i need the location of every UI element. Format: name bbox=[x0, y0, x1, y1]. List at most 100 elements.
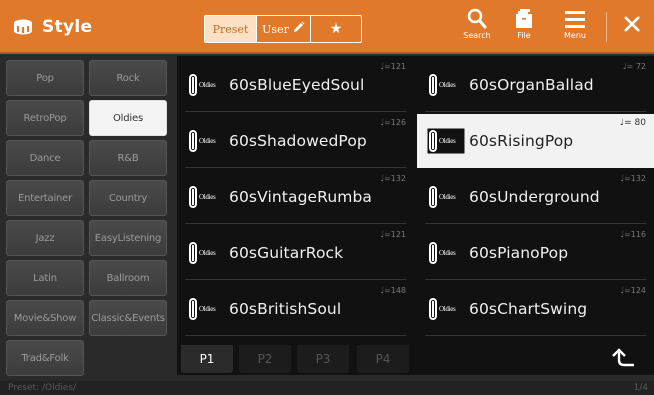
page-tab-1[interactable]: P1 bbox=[181, 345, 233, 373]
menu-button[interactable]: Menu bbox=[558, 8, 592, 48]
category-pop[interactable]: Pop bbox=[6, 60, 84, 96]
title-group: Style bbox=[12, 0, 92, 54]
style-tempo: ♩=132 bbox=[620, 174, 646, 183]
category-entertainer[interactable]: Entertainer bbox=[6, 180, 84, 216]
style-item[interactable]: Oldies 60sBlueEyedSoul ♩=121 bbox=[177, 58, 414, 112]
row-divider bbox=[185, 167, 406, 168]
style-icon-label: Oldies bbox=[199, 81, 216, 89]
style-icon-label: Oldies bbox=[199, 137, 216, 145]
oldies-style-icon: Oldies bbox=[427, 184, 465, 210]
style-name: 60sBritishSoul bbox=[229, 300, 342, 318]
style-icon-label: Oldies bbox=[439, 249, 456, 257]
style-item[interactable]: Oldies 60sShadowedPop ♩=126 bbox=[177, 114, 414, 168]
style-item[interactable]: Oldies 60sOrganBallad ♩= 72 bbox=[417, 58, 654, 112]
style-icon-label: Oldies bbox=[199, 193, 216, 201]
oldies-style-icon: Oldies bbox=[427, 296, 465, 322]
style-name: 60sChartSwing bbox=[469, 300, 588, 318]
category-oldies[interactable]: Oldies bbox=[89, 100, 167, 136]
style-name: 60sShadowedPop bbox=[229, 132, 367, 150]
row-divider bbox=[185, 279, 406, 280]
style-item[interactable]: Oldies 60sVintageRumba ♩=132 bbox=[177, 170, 414, 224]
row-divider bbox=[185, 111, 406, 112]
up-arrow-icon bbox=[612, 348, 634, 367]
oldies-style-icon: Oldies bbox=[427, 240, 465, 266]
style-name: 60sRisingPop bbox=[469, 132, 574, 150]
file-label: File bbox=[517, 31, 531, 40]
category-easylistening[interactable]: EasyListening bbox=[89, 220, 167, 256]
search-button[interactable]: Search bbox=[458, 8, 496, 48]
oldies-style-icon: Oldies bbox=[187, 296, 225, 322]
style-name: 60sBlueEyedSoul bbox=[229, 76, 365, 94]
file-button[interactable]: File bbox=[509, 8, 539, 48]
row-divider bbox=[425, 223, 646, 224]
category-tradfolk[interactable]: Trad&Folk bbox=[6, 340, 84, 376]
category-rock[interactable]: Rock bbox=[89, 60, 167, 96]
search-label: Search bbox=[463, 31, 491, 40]
page-title: Style bbox=[42, 17, 93, 37]
style-name: 60sVintageRumba bbox=[229, 188, 372, 206]
page-tabs: P1 P2 P3 P4 bbox=[177, 341, 654, 375]
category-country[interactable]: Country bbox=[89, 180, 167, 216]
style-item[interactable]: Oldies 60sRisingPop ♩= 80 bbox=[417, 114, 654, 168]
category-latin[interactable]: Latin bbox=[6, 260, 84, 296]
style-icon-label: Oldies bbox=[439, 305, 456, 313]
status-path: Preset: /Oldies/ bbox=[8, 383, 77, 393]
tab-preset[interactable]: Preset bbox=[205, 16, 257, 42]
style-icon-label: Oldies bbox=[439, 137, 456, 145]
style-name: 60sPianoPop bbox=[469, 244, 569, 262]
close-icon bbox=[622, 14, 642, 34]
bank-tabs: Preset User ★ bbox=[204, 15, 362, 43]
page-tab-2[interactable]: P2 bbox=[239, 345, 291, 373]
page-tab-4[interactable]: P4 bbox=[357, 345, 409, 373]
tab-favorite[interactable]: ★ bbox=[311, 16, 361, 42]
style-tempo: ♩=148 bbox=[380, 286, 406, 295]
oldies-style-icon: Oldies bbox=[187, 72, 225, 98]
oldies-style-icon: Oldies bbox=[187, 128, 225, 154]
style-item[interactable]: Oldies 60sChartSwing ♩=124 bbox=[417, 282, 654, 336]
style-item[interactable]: Oldies 60sPianoPop ♩=116 bbox=[417, 226, 654, 280]
category-jazz[interactable]: Jazz bbox=[6, 220, 84, 256]
style-icon-label: Oldies bbox=[439, 193, 456, 201]
search-icon bbox=[467, 8, 487, 30]
row-divider bbox=[185, 335, 406, 336]
pencil-icon bbox=[292, 21, 305, 37]
style-list: Oldies 60sBlueEyedSoul ♩=121 Oldies 60sOrgan… bbox=[177, 56, 654, 341]
style-icon-label: Oldies bbox=[199, 249, 216, 257]
tab-user[interactable]: User bbox=[257, 16, 311, 42]
style-tempo: ♩=121 bbox=[380, 230, 406, 239]
row-divider bbox=[425, 279, 646, 280]
row-divider bbox=[425, 111, 646, 112]
style-item[interactable]: Oldies 60sUnderground ♩=132 bbox=[417, 170, 654, 224]
style-tempo: ♩=132 bbox=[380, 174, 406, 183]
style-tempo: ♩=121 bbox=[380, 62, 406, 71]
page-tab-3[interactable]: P3 bbox=[297, 345, 349, 373]
category-retropop[interactable]: RetroPop bbox=[6, 100, 84, 136]
menu-icon bbox=[564, 8, 586, 30]
style-item[interactable]: Oldies 60sGuitarRock ♩=121 bbox=[177, 226, 414, 280]
menu-label: Menu bbox=[564, 31, 586, 40]
style-name: 60sUnderground bbox=[469, 188, 600, 206]
style-tempo: ♩= 72 bbox=[622, 62, 646, 71]
style-tempo: ♩=116 bbox=[620, 230, 646, 239]
category-dance[interactable]: Dance bbox=[6, 140, 84, 176]
page-indicator: 1/4 bbox=[633, 383, 648, 393]
style-icon-label: Oldies bbox=[199, 305, 216, 313]
category-ballroom[interactable]: Ballroom bbox=[89, 260, 167, 296]
style-tempo: ♩= 80 bbox=[619, 118, 646, 128]
title-bar: Style Preset User ★ Search File Menu bbox=[0, 0, 654, 54]
category-rnb[interactable]: R&B bbox=[89, 140, 167, 176]
up-folder-button[interactable] bbox=[612, 348, 636, 372]
style-item[interactable]: Oldies 60sBritishSoul ♩=148 bbox=[177, 282, 414, 336]
oldies-style-icon: Oldies bbox=[187, 240, 225, 266]
title-divider bbox=[606, 12, 607, 42]
category-panel: Pop Rock RetroPop Oldies Dance R&B Enter… bbox=[0, 56, 172, 381]
tab-user-label: User bbox=[262, 22, 289, 36]
oldies-style-icon: Oldies bbox=[427, 72, 465, 98]
category-movieshow[interactable]: Movie&Show bbox=[6, 300, 84, 336]
status-bar: Preset: /Oldies/ 1/4 bbox=[0, 381, 654, 395]
style-name: 60sGuitarRock bbox=[229, 244, 344, 262]
oldies-style-icon: Oldies bbox=[427, 128, 465, 154]
category-classicevents[interactable]: Classic&Events bbox=[89, 300, 167, 336]
file-icon bbox=[513, 8, 535, 30]
close-button[interactable] bbox=[620, 14, 644, 54]
